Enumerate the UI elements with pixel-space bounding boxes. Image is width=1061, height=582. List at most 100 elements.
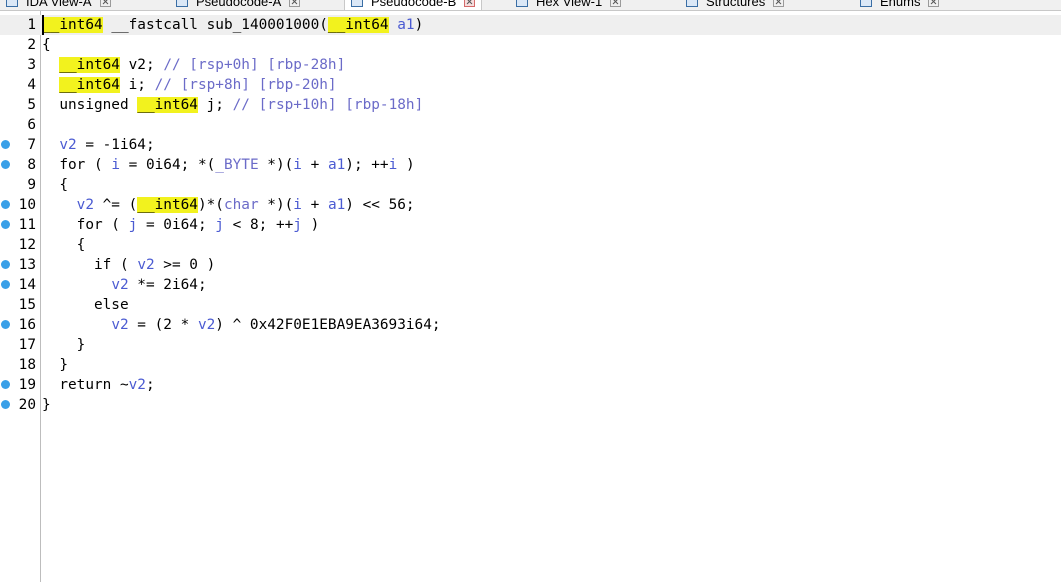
tab-structures[interactable]: Structures: [686, 0, 785, 10]
code-line[interactable]: 11 for ( j = 0i64; j < 8; ++j ): [0, 215, 1061, 235]
line-number: 20: [18, 397, 36, 413]
code-token: {: [42, 237, 86, 253]
code-text: v2 = -1i64;: [42, 135, 155, 155]
code-token: *= 2i64;: [128, 277, 207, 293]
view-icon: [176, 0, 188, 7]
line-number: 5: [27, 97, 36, 113]
code-token: )*(: [197, 197, 224, 213]
code-token: ^= (: [93, 197, 138, 213]
tab-pseudocode-a[interactable]: Pseudocode-A: [176, 0, 301, 10]
code-text: }: [42, 335, 86, 355]
line-number: 6: [27, 117, 36, 133]
tab-ida-view-a[interactable]: IDA View-A: [6, 0, 111, 10]
variable-token: a1: [388, 17, 415, 33]
code-line[interactable]: 4 __int64 i; // [rsp+8h] [rbp-20h]: [0, 75, 1061, 95]
code-line[interactable]: 15 else: [0, 295, 1061, 315]
code-line[interactable]: 12 {: [0, 235, 1061, 255]
type-token: __int64: [327, 17, 389, 33]
code-line[interactable]: 5 unsigned __int64 j; // [rsp+10h] [rbp-…: [0, 95, 1061, 115]
variable-token: v2: [76, 197, 94, 213]
tab-label: Hex View-1: [536, 0, 603, 9]
code-line[interactable]: 3 __int64 v2; // [rsp+0h] [rbp-28h]: [0, 55, 1061, 75]
tab-enums[interactable]: Enums: [860, 0, 940, 10]
close-icon[interactable]: [289, 0, 301, 7]
code-token: +: [301, 197, 328, 213]
code-text: v2 ^= (__int64)*(char *)(i + a1) << 56;: [42, 195, 415, 215]
code-text: return ~v2;: [42, 375, 154, 395]
variable-token: i: [111, 157, 120, 173]
comment-token: // [rsp+8h] [rbp-20h]: [154, 77, 337, 93]
code-text: __int64 __fastcall sub_140001000(__int64…: [42, 15, 423, 35]
line-number: 16: [18, 317, 36, 333]
line-number: 18: [18, 357, 36, 373]
code-line[interactable]: 6: [0, 115, 1061, 135]
view-icon: [351, 0, 363, 7]
code-token: {: [42, 37, 51, 53]
code-text: v2 = (2 * v2) ^ 0x42F0E1EBA9EA3693i64;: [42, 315, 441, 335]
comment-token: char: [223, 197, 259, 213]
code-token: = -1i64;: [76, 137, 155, 153]
view-icon: [516, 0, 528, 7]
code-line[interactable]: 16 v2 = (2 * v2) ^ 0x42F0E1EBA9EA3693i64…: [0, 315, 1061, 335]
variable-token: v2: [137, 257, 155, 273]
code-line[interactable]: 8 for ( i = 0i64; *(_BYTE *)(i + a1); ++…: [0, 155, 1061, 175]
line-number: 19: [18, 377, 36, 393]
code-line[interactable]: 14 v2 *= 2i64;: [0, 275, 1061, 295]
code-line[interactable]: 7 v2 = -1i64;: [0, 135, 1061, 155]
close-icon[interactable]: [928, 0, 940, 7]
variable-token: i: [293, 197, 302, 213]
code-token: ); ++: [345, 157, 389, 173]
code-token: ): [414, 17, 424, 33]
text-cursor: [42, 15, 44, 35]
code-line[interactable]: 1 __int64 __fastcall sub_140001000(__int6…: [0, 15, 1061, 35]
code-token: ) ^ 0x42F0E1EBA9EA3693i64;: [215, 317, 441, 333]
line-number: 14: [18, 277, 36, 293]
code-text: {: [42, 235, 86, 255]
code-token: >= 0 ): [154, 257, 216, 273]
close-icon[interactable]: [464, 0, 476, 7]
close-icon[interactable]: [99, 0, 111, 7]
line-number: 4: [27, 77, 36, 93]
code-line[interactable]: 20}: [0, 395, 1061, 415]
code-text: v2 *= 2i64;: [42, 275, 207, 295]
code-token: for (: [42, 217, 129, 233]
close-icon[interactable]: [610, 0, 622, 7]
close-icon[interactable]: [773, 0, 785, 7]
code-token: j;: [197, 97, 233, 113]
code-text: {: [42, 175, 68, 195]
code-line[interactable]: 2{: [0, 35, 1061, 55]
code-token: i;: [119, 77, 155, 93]
code-line[interactable]: 9 {: [0, 175, 1061, 195]
code-text: __int64 v2; // [rsp+0h] [rbp-28h]: [42, 55, 345, 75]
code-token: }: [42, 357, 68, 373]
line-number: 9: [27, 177, 36, 193]
code-token: = (2 *: [128, 317, 198, 333]
type-token: __int64: [59, 57, 120, 73]
tab-hex-view-1[interactable]: Hex View-1: [516, 0, 622, 10]
type-token: __int64: [42, 17, 103, 33]
code-token: }: [42, 337, 86, 353]
code-token: else: [42, 297, 129, 313]
code-text: }: [42, 355, 68, 375]
variable-token: a1: [327, 197, 346, 213]
code-text: }: [42, 395, 51, 415]
line-number: 11: [18, 217, 36, 233]
code-text: for ( j = 0i64; j < 8; ++j ): [42, 215, 320, 235]
code-line[interactable]: 19 return ~v2;: [0, 375, 1061, 395]
code-line[interactable]: 18 }: [0, 355, 1061, 375]
line-number: 8: [27, 157, 36, 173]
code-line[interactable]: 10 v2 ^= (__int64)*(char *)(i + a1) << 5…: [0, 195, 1061, 215]
variable-token: i: [388, 157, 398, 173]
code-token: return ~: [42, 377, 129, 393]
code-token: if (: [42, 257, 138, 273]
tab-bar: IDA View-A Pseudocode-A Pseudocode-B Hex Vi…: [0, 0, 1061, 11]
tab-pseudocode-b[interactable]: Pseudocode-B: [344, 0, 483, 10]
code-token: +: [301, 157, 328, 173]
code-token: *)(: [258, 197, 294, 213]
code-line[interactable]: 17 }: [0, 335, 1061, 355]
code-text: if ( v2 >= 0 ): [42, 255, 215, 275]
variable-token: a1: [327, 157, 346, 173]
variable-token: i: [293, 157, 302, 173]
code-line[interactable]: 13 if ( v2 >= 0 ): [0, 255, 1061, 275]
